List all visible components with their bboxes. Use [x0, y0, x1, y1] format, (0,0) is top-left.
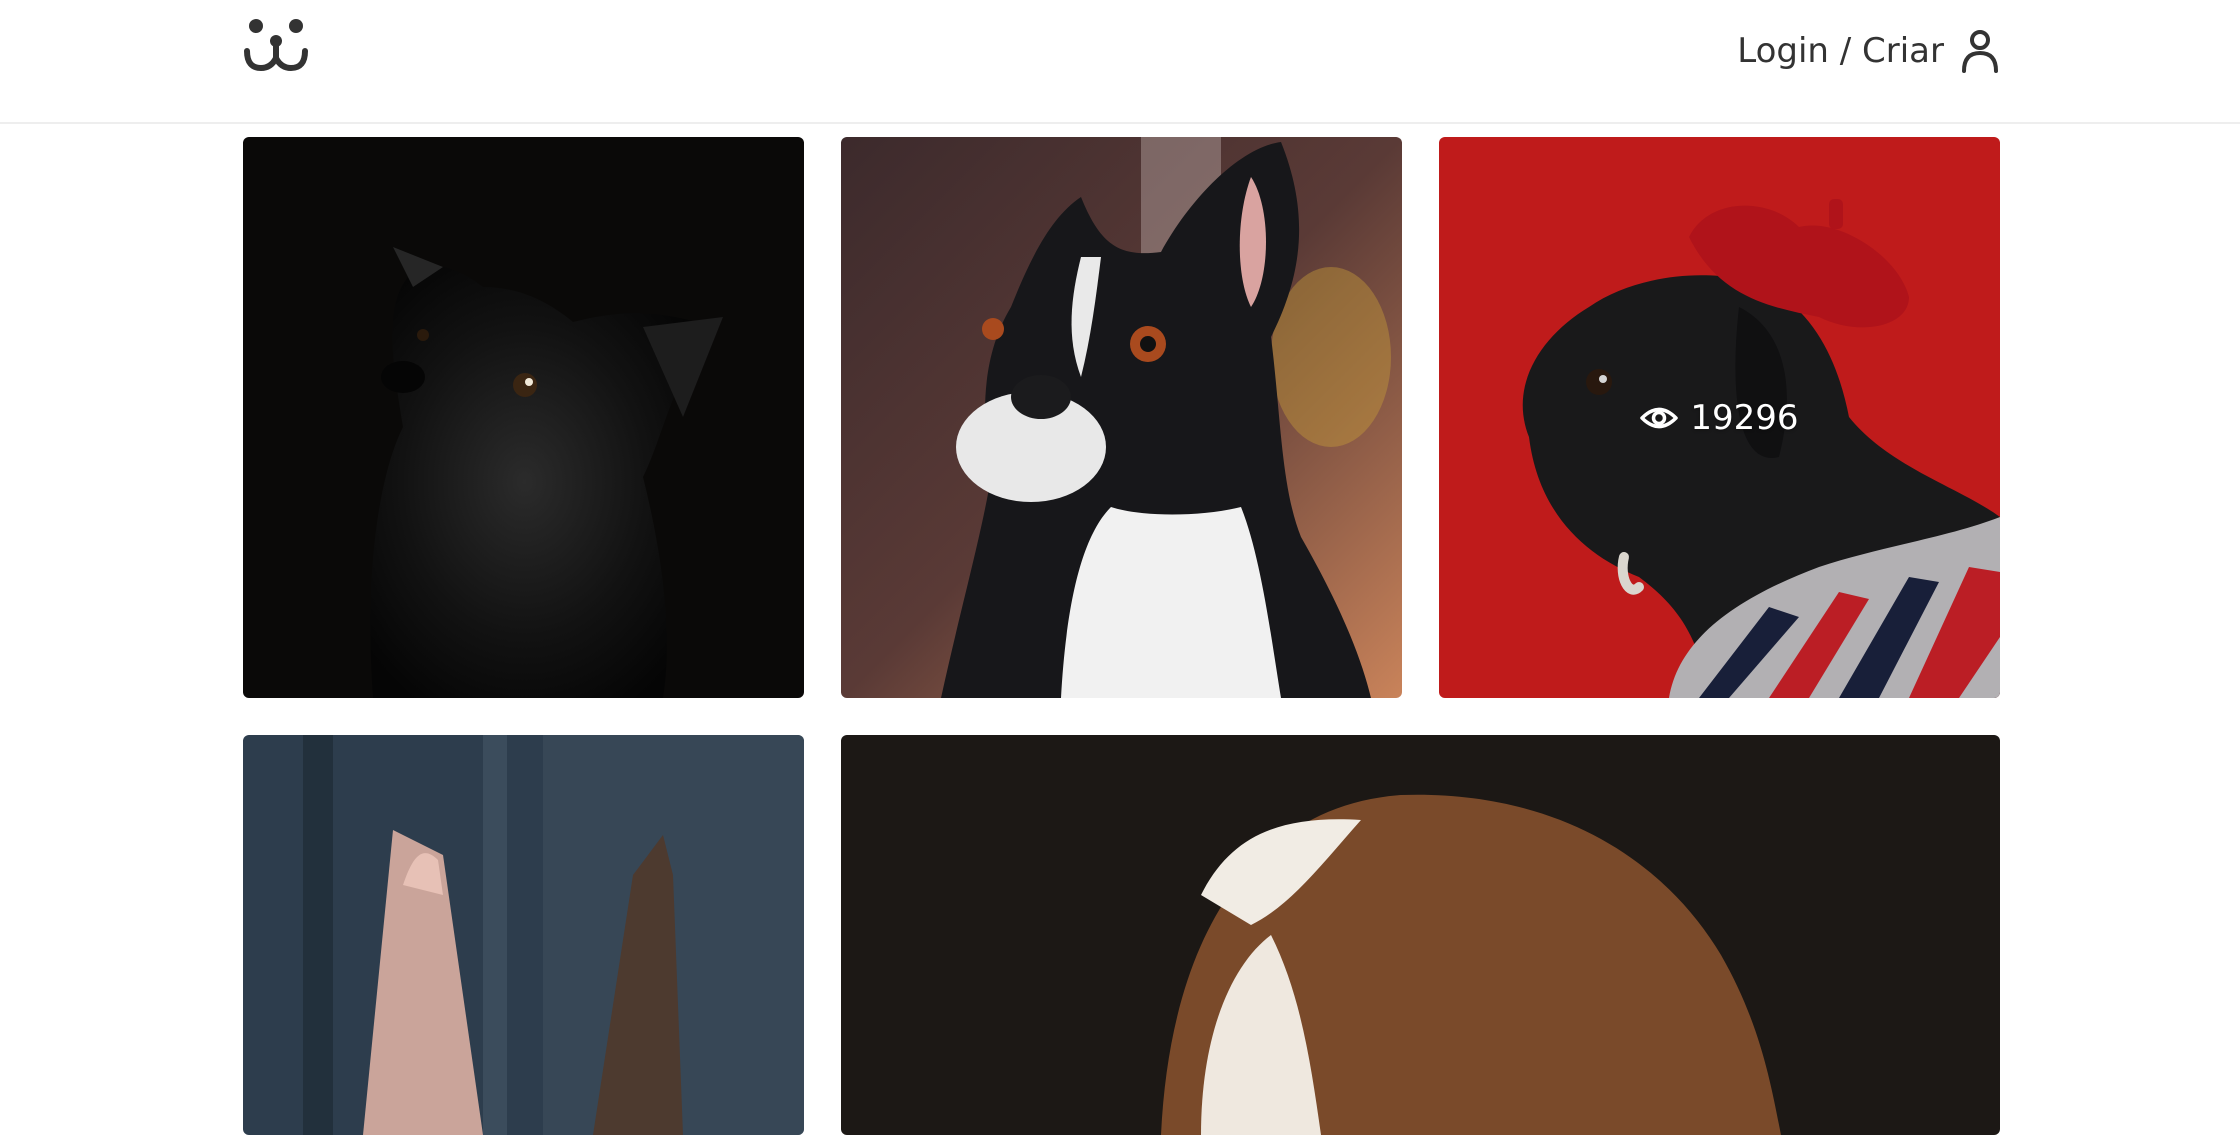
photo-card[interactable] — [841, 735, 2000, 1135]
dog-photo — [243, 735, 804, 1135]
views-overlay: 19296 — [1439, 137, 2000, 698]
photo-feed: 19296 — [243, 137, 2000, 1135]
site-header: Login / Criar — [0, 0, 2240, 124]
eye-icon — [1640, 407, 1679, 428]
black-dog-photo — [243, 137, 804, 698]
login-label: Login / Criar — [1737, 31, 1944, 71]
logo-link[interactable] — [243, 18, 309, 74]
puppy-photo — [841, 735, 2000, 1135]
photo-card[interactable] — [243, 137, 804, 698]
photo-card[interactable] — [243, 735, 804, 1135]
login-link[interactable]: Login / Criar — [1737, 26, 2000, 76]
dog-face-icon — [244, 19, 308, 72]
header-container: Login / Criar — [243, 0, 2000, 122]
boston-terrier-photo — [841, 137, 1402, 698]
photo-card[interactable]: 19296 — [1439, 137, 2000, 698]
views-count: 19296 — [1690, 397, 1799, 438]
photo-card[interactable] — [841, 137, 1402, 698]
user-icon — [1962, 30, 1998, 73]
